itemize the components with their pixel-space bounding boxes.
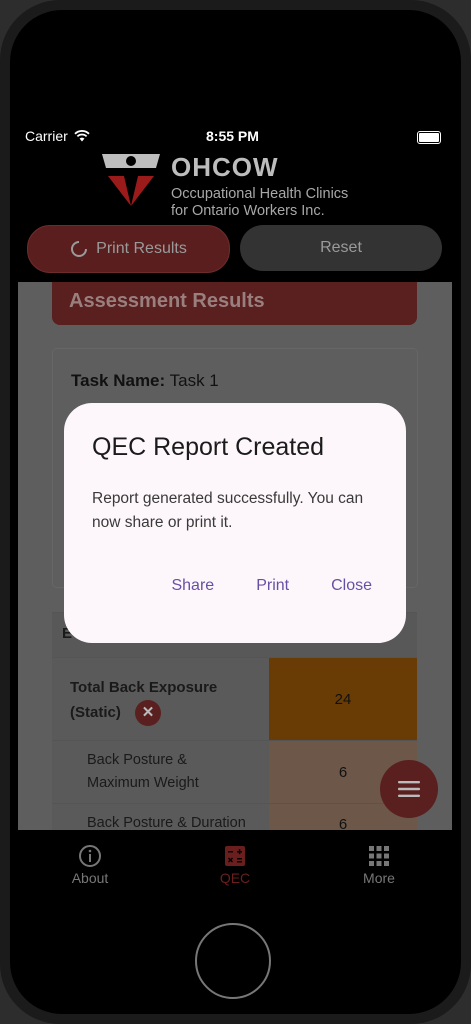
row-label-line2: (Static)	[70, 703, 121, 721]
carrier-label: Carrier	[25, 128, 68, 144]
tab-more-label: More	[363, 870, 395, 886]
dialog-message: Report generated successfully. You can n…	[92, 490, 364, 531]
assessment-results-header: Assessment Results	[52, 282, 417, 325]
task-name-value: Task 1	[169, 371, 219, 390]
exposure-table: E Total Back Exposure (Static) ✕ 24 Back…	[52, 612, 417, 830]
share-button[interactable]: Share	[171, 577, 214, 595]
status-time: 8:55 PM	[206, 128, 259, 144]
ohcow-mark-icon	[102, 154, 160, 206]
row-label: Total Back Exposure (Static) ✕	[52, 658, 269, 740]
home-button[interactable]	[195, 923, 271, 999]
ohcow-logo: OHCOW Occupational Health Clinics for On…	[98, 152, 398, 222]
status-bar: Carrier 8:55 PM	[10, 128, 461, 148]
tab-qec-label: QEC	[219, 870, 251, 886]
carrier-info: Carrier	[25, 128, 90, 144]
bottom-tab-bar: About QEC More	[10, 830, 461, 900]
close-button[interactable]: Close	[331, 577, 372, 595]
grid-icon	[369, 846, 389, 866]
tab-qec[interactable]: QEC	[190, 842, 280, 886]
loading-spinner-icon	[71, 241, 88, 257]
reset-button[interactable]: Reset	[240, 225, 442, 271]
menu-fab-button[interactable]	[380, 760, 438, 818]
tab-about-label: About	[71, 870, 109, 886]
table-row: Back Posture & Duration 6	[52, 803, 417, 830]
print-results-button[interactable]: Print Results	[27, 225, 230, 273]
print-button[interactable]: Print	[256, 577, 289, 595]
logo-subtitle: Occupational Health Clinics for Ontario …	[171, 186, 348, 220]
app-screen: Carrier 8:55 PM OHCOW Occupational Healt…	[10, 10, 461, 1014]
task-name-label: Task Name:	[71, 371, 166, 390]
report-created-dialog: QEC Report Created Report generated succ…	[64, 403, 406, 643]
row-value: 24	[269, 658, 417, 740]
logo-subtitle-line1: Occupational Health Clinics	[171, 186, 349, 202]
remove-icon[interactable]: ✕	[135, 700, 162, 726]
info-icon	[79, 845, 101, 867]
table-row: Total Back Exposure (Static) ✕ 24	[52, 657, 417, 740]
row-label: Back Posture & Maximum Weight	[52, 741, 269, 803]
tab-more[interactable]: More	[334, 842, 424, 886]
phone-frame: Carrier 8:55 PM OHCOW Occupational Healt…	[0, 0, 471, 1024]
battery-icon	[417, 131, 441, 144]
tab-about[interactable]: About	[45, 842, 135, 886]
row-label-line1: Total Back Exposure	[70, 679, 218, 696]
logo-subtitle-line2: for Ontario Workers Inc.	[171, 203, 325, 219]
logo-title: OHCOW	[171, 152, 279, 182]
task-name: Task Name: Task 1	[71, 371, 219, 391]
dialog-title: QEC Report Created	[92, 433, 325, 461]
row-label: Back Posture & Duration	[52, 804, 269, 830]
wifi-icon	[74, 130, 90, 142]
table-row: Back Posture & Maximum Weight 6	[52, 740, 417, 803]
reset-label: Reset	[320, 239, 362, 256]
print-results-label: Print Results	[96, 240, 187, 257]
calculator-icon	[225, 846, 245, 866]
menu-icon	[398, 781, 420, 797]
dialog-actions: Share Print Close	[171, 577, 372, 595]
row-label-line2-wrap: (Static) ✕	[70, 700, 251, 726]
